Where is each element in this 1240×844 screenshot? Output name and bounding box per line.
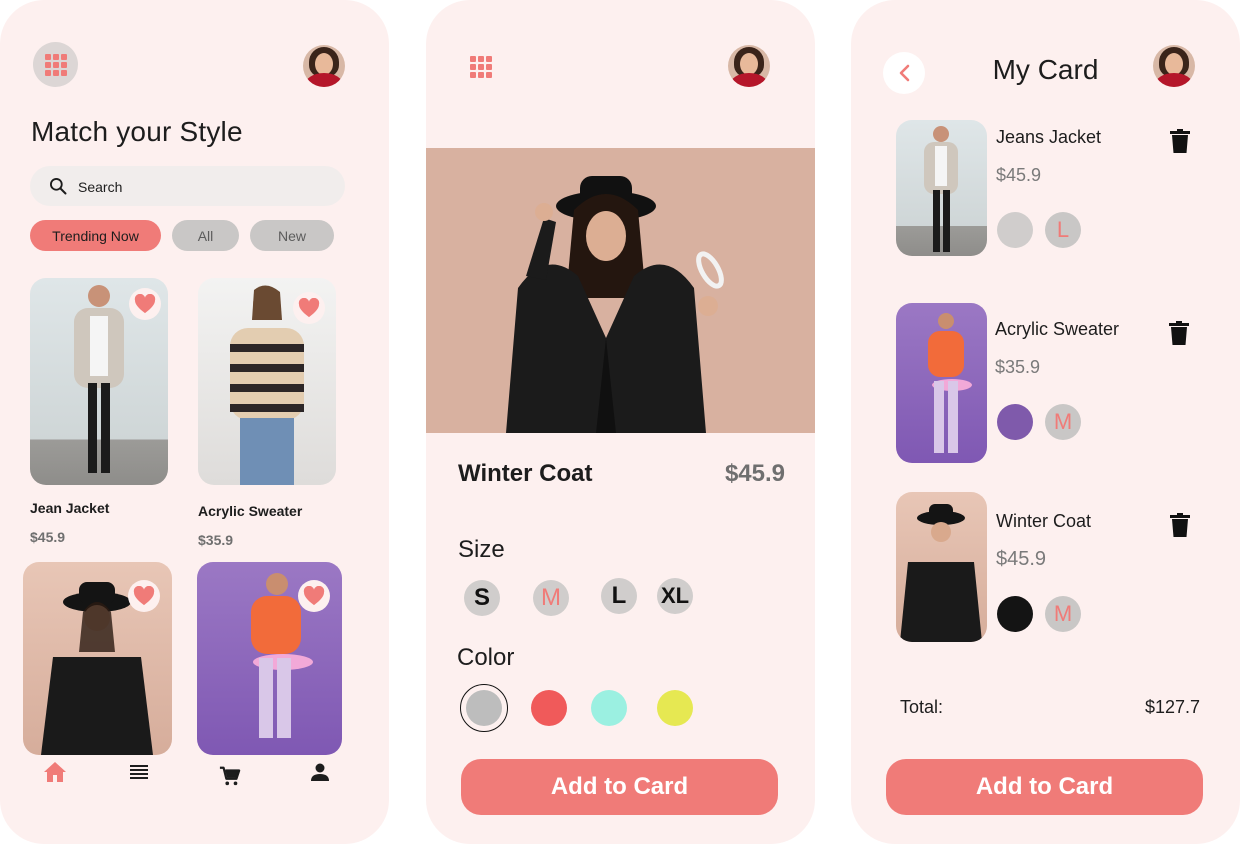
cart-item-color <box>997 212 1033 248</box>
avatar[interactable] <box>1153 45 1195 87</box>
color-swatch-grey <box>466 690 502 726</box>
favorite-button[interactable] <box>128 580 160 612</box>
avatar[interactable] <box>303 45 345 87</box>
trash-icon[interactable] <box>1168 321 1190 345</box>
cart-item-image <box>896 492 987 642</box>
product-price: $45.9 <box>724 460 785 487</box>
avatar[interactable] <box>728 45 770 87</box>
nav-list[interactable] <box>127 760 151 784</box>
favorite-button[interactable] <box>293 292 325 324</box>
home-screen: Match your Style Search Trending Now All… <box>0 0 389 844</box>
size-label: Size <box>458 536 505 563</box>
trash-icon[interactable] <box>1169 513 1191 537</box>
cart-item-color <box>997 404 1033 440</box>
color-option-yellow[interactable] <box>657 690 693 726</box>
favorite-button[interactable] <box>129 288 161 320</box>
heart-icon <box>298 298 320 318</box>
add-to-cart-button[interactable]: Add to Card <box>886 759 1203 815</box>
heart-icon <box>134 294 156 314</box>
size-option-xl[interactable]: XL <box>657 578 693 614</box>
trash-icon[interactable] <box>1169 129 1191 153</box>
cart-item-image <box>896 120 987 256</box>
size-option-m[interactable]: M <box>533 580 569 616</box>
grid-menu-icon <box>470 56 492 78</box>
cart-item-color <box>997 596 1033 632</box>
nav-home[interactable] <box>43 760 67 784</box>
nav-profile[interactable] <box>308 760 332 784</box>
product-name: Acrylic Sweater <box>198 503 303 519</box>
cart-item-name: Winter Coat <box>996 511 1092 531</box>
cart-item-name: Jeans Jacket <box>996 127 1102 147</box>
search-input[interactable]: Search <box>78 179 122 195</box>
cart-item-name: Acrylic Sweater <box>995 319 1120 339</box>
color-option-selected[interactable] <box>460 684 508 732</box>
color-label: Color <box>457 644 515 671</box>
nav-cart[interactable] <box>218 764 242 788</box>
home-icon <box>44 762 66 782</box>
color-option-red[interactable] <box>531 690 567 726</box>
product-hero-image <box>426 148 815 433</box>
cart-item-size: L <box>1045 212 1081 248</box>
size-option-s[interactable]: S <box>464 580 500 616</box>
size-option-l[interactable]: L <box>601 578 637 614</box>
search-bar[interactable]: Search <box>30 166 345 206</box>
cart-icon <box>219 766 241 786</box>
color-option-mint[interactable] <box>591 690 627 726</box>
product-name: Winter Coat <box>458 460 593 487</box>
product-name: Jean Jacket <box>30 500 110 516</box>
product-detail-screen: Winter Coat $45.9 Size S M L XL Color Ad… <box>426 0 815 844</box>
filter-new[interactable]: New <box>250 220 334 251</box>
cart-item-image <box>896 303 987 463</box>
cart-item-size: M <box>1045 596 1081 632</box>
filter-all[interactable]: All <box>172 220 239 251</box>
grid-menu-icon <box>44 53 67 76</box>
filter-trending-now[interactable]: Trending Now <box>30 220 161 251</box>
search-icon <box>50 178 67 195</box>
page-title: Match your Style <box>31 116 243 147</box>
heart-icon <box>133 586 155 606</box>
cart-item-size: M <box>1045 404 1081 440</box>
total-value: $127.7 <box>1144 697 1200 717</box>
cart-item-price: $45.9 <box>996 548 1047 570</box>
heart-icon <box>303 586 325 606</box>
total-label: Total: <box>900 697 944 717</box>
product-price: $35.9 <box>198 532 234 548</box>
cart-item-price: $35.9 <box>995 357 1041 377</box>
favorite-button[interactable] <box>298 580 330 612</box>
product-price: $45.9 <box>30 529 66 545</box>
add-to-cart-button[interactable]: Add to Card <box>461 759 778 815</box>
menu-button[interactable] <box>33 42 78 87</box>
profile-icon <box>311 763 329 781</box>
cart-screen: My Card Jeans Jacket $45.9 L Acrylic Swe… <box>851 0 1240 844</box>
menu-button[interactable] <box>470 56 492 78</box>
cart-item-price: $45.9 <box>996 165 1042 185</box>
list-icon <box>130 765 148 779</box>
